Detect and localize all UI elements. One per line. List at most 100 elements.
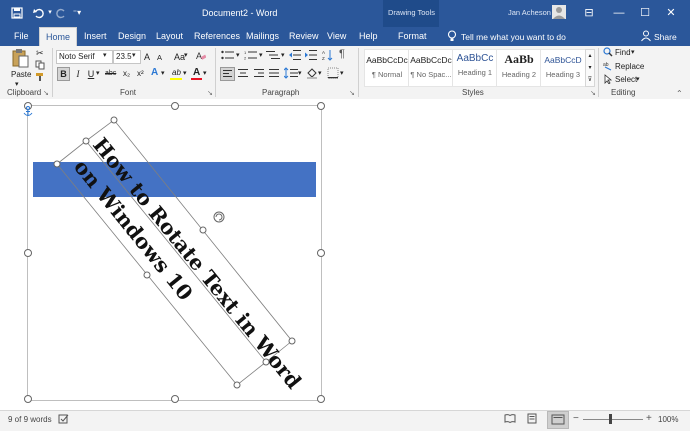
line-spacing-dropdown-icon[interactable]: ▾ [298, 69, 302, 77]
copy-icon[interactable] [35, 60, 45, 72]
tab-home[interactable]: Home [39, 27, 78, 47]
textbox-resize-handle[interactable] [53, 160, 61, 168]
close-button[interactable]: ✕ [664, 6, 678, 20]
textbox-resize-handle[interactable] [143, 271, 151, 279]
decrease-indent-icon[interactable] [289, 50, 301, 62]
collapse-ribbon-icon[interactable]: ⌃ [676, 89, 683, 98]
zoom-in-button[interactable]: + [646, 413, 652, 424]
print-layout-icon[interactable] [526, 413, 538, 426]
paste-icon[interactable] [12, 48, 30, 68]
justify-icon[interactable] [268, 68, 280, 80]
style-no-spacing[interactable]: AaBbCcDc ¶ No Spac... [408, 49, 454, 87]
paste-button[interactable]: Paste [11, 70, 31, 79]
style-normal[interactable]: AaBbCcDc ¶ Normal [364, 49, 410, 87]
align-right-icon[interactable] [253, 68, 265, 80]
bullets-icon[interactable] [221, 50, 235, 62]
tab-mailings[interactable]: Mailings [240, 27, 285, 46]
textbox-resize-handle[interactable] [110, 116, 118, 124]
format-painter-icon[interactable] [35, 72, 45, 84]
redo-icon[interactable] [54, 6, 68, 20]
find-icon[interactable] [603, 47, 613, 59]
ribbon-display-options-icon[interactable]: ⊟ [582, 6, 596, 20]
zoom-slider-track[interactable] [583, 419, 643, 420]
rotate-handle-icon[interactable] [213, 211, 225, 223]
styles-gallery-scroll[interactable]: ▴ ▾ ⊽ [585, 49, 595, 87]
save-icon[interactable] [10, 6, 24, 20]
style-heading-2[interactable]: AaBb Heading 2 [496, 49, 542, 87]
textbox-resize-handle[interactable] [199, 226, 207, 234]
tab-help[interactable]: Help [353, 27, 384, 46]
styles-launcher-icon[interactable]: ↘ [590, 89, 596, 97]
shading-dropdown-icon[interactable]: ▾ [318, 69, 322, 77]
borders-dropdown-icon[interactable]: ▾ [340, 69, 344, 77]
replace-button[interactable]: Replace [615, 62, 644, 71]
tab-review[interactable]: Review [283, 27, 325, 46]
find-dropdown-icon[interactable]: ▾ [631, 48, 635, 56]
font-name-dropdown-icon[interactable]: ▾ [103, 51, 107, 59]
replace-icon[interactable]: ab [603, 61, 613, 73]
textbox-resize-handle[interactable] [233, 381, 241, 389]
zoom-out-button[interactable]: − [573, 413, 579, 424]
text-effects-dropdown-icon[interactable]: ▾ [161, 69, 165, 77]
line-spacing-icon[interactable] [283, 67, 298, 81]
highlight-dropdown-icon[interactable]: ▾ [183, 69, 187, 77]
multilevel-list-icon[interactable] [266, 50, 280, 62]
web-layout-button[interactable] [547, 411, 569, 429]
subscript-button[interactable]: x₂ [122, 67, 131, 81]
clear-formatting-icon[interactable]: A [196, 50, 207, 61]
textbox-resize-handle[interactable] [82, 137, 90, 145]
align-left-button[interactable] [220, 67, 235, 81]
read-mode-icon[interactable] [504, 413, 516, 426]
clipboard-launcher-icon[interactable]: ↘ [43, 89, 49, 97]
maximize-button[interactable]: ☐ [638, 6, 652, 20]
tab-file[interactable]: File [8, 27, 35, 46]
borders-icon[interactable] [327, 67, 339, 81]
select-button[interactable]: Select [615, 75, 637, 84]
bold-button[interactable]: B [57, 67, 70, 81]
underline-dropdown-icon[interactable]: ▾ [96, 69, 100, 77]
avatar[interactable] [552, 5, 566, 19]
font-color-dropdown-icon[interactable]: ▾ [203, 69, 207, 77]
share-button[interactable]: Share [654, 32, 677, 42]
proofing-icon[interactable] [58, 414, 70, 426]
select-dropdown-icon[interactable]: ▾ [636, 75, 640, 83]
tab-format[interactable]: Format [392, 27, 433, 46]
tab-design[interactable]: Design [112, 27, 152, 46]
font-size-box[interactable]: 23.5 [113, 50, 141, 64]
select-icon[interactable] [603, 74, 613, 86]
numbering-dropdown-icon[interactable]: ▾ [259, 51, 263, 59]
style-heading-1[interactable]: AaBbCc Heading 1 [452, 49, 498, 87]
strikethrough-button[interactable]: abc [104, 67, 117, 81]
sort-icon[interactable]: AZ [322, 49, 333, 63]
find-button[interactable]: Find [615, 48, 631, 57]
superscript-button[interactable]: x² [136, 67, 145, 81]
style-heading-3[interactable]: AaBbCcD Heading 3 [540, 49, 586, 87]
paragraph-launcher-icon[interactable]: ↘ [349, 89, 355, 97]
tab-references[interactable]: References [188, 27, 246, 46]
cut-icon[interactable]: ✂ [36, 48, 44, 59]
change-case-dropdown-icon[interactable]: ▾ [184, 51, 188, 59]
tab-insert[interactable]: Insert [78, 27, 113, 46]
share-icon[interactable] [641, 30, 651, 42]
tell-me-box[interactable]: Tell me what you want to do [461, 32, 566, 42]
text-effects-button[interactable]: A [150, 66, 159, 80]
increase-indent-icon[interactable] [305, 50, 317, 62]
shading-icon[interactable] [306, 67, 318, 81]
show-formatting-marks-button[interactable]: ¶ [339, 48, 345, 60]
paste-dropdown-icon[interactable]: ▾ [15, 80, 19, 88]
customize-toolbar-icon[interactable]: ⁼▾ [70, 6, 84, 20]
font-size-dropdown-icon[interactable]: ▾ [132, 51, 136, 59]
bullets-dropdown-icon[interactable]: ▾ [236, 51, 240, 59]
tab-view[interactable]: View [321, 27, 352, 46]
tab-layout[interactable]: Layout [150, 27, 189, 46]
shrink-font-button[interactable]: A [156, 51, 163, 65]
zoom-level[interactable]: 100% [658, 415, 678, 424]
align-center-icon[interactable] [237, 68, 249, 80]
numbering-icon[interactable]: 12 [244, 50, 258, 62]
user-name[interactable]: Jan Acheson [508, 8, 551, 17]
zoom-slider-thumb[interactable] [609, 414, 612, 424]
font-launcher-icon[interactable]: ↘ [207, 89, 213, 97]
grow-font-button[interactable]: A [143, 50, 151, 64]
italic-button[interactable]: I [72, 67, 84, 81]
minimize-button[interactable]: — [612, 6, 626, 20]
